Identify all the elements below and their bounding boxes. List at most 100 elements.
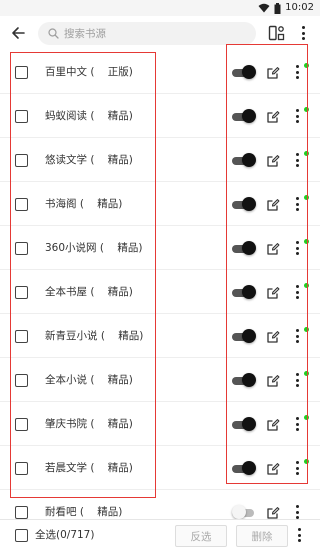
search-input[interactable] [64, 27, 244, 40]
row-more-button[interactable] [292, 151, 302, 169]
source-row[interactable]: 书海阁 ( 精品) [0, 182, 320, 226]
toggle-thumb [242, 65, 256, 79]
row-more-button[interactable] [292, 283, 302, 301]
edit-button[interactable] [266, 65, 280, 79]
more-dot [295, 208, 299, 211]
source-toggle-switch[interactable] [232, 241, 256, 255]
more-dot [295, 510, 299, 514]
edit-icon [267, 507, 280, 519]
source-row[interactable]: 新青豆小说 ( 精品) [0, 314, 320, 358]
source-toggle-switch[interactable] [232, 109, 256, 123]
row-more-button[interactable] [292, 415, 302, 433]
edit-button[interactable] [266, 197, 280, 211]
source-checkbox[interactable] [15, 286, 28, 299]
more-options-button[interactable] [296, 24, 310, 42]
edit-button[interactable] [266, 153, 280, 167]
more-dot [295, 334, 299, 338]
edit-button[interactable] [266, 285, 280, 299]
source-toggle-switch[interactable] [232, 329, 256, 343]
row-more-button[interactable] [292, 63, 302, 81]
edit-button[interactable] [266, 241, 280, 255]
source-checkbox[interactable] [15, 418, 28, 431]
back-button[interactable] [8, 23, 28, 43]
edit-button[interactable] [266, 417, 280, 431]
source-row[interactable]: 若晨文学 ( 精品) [0, 446, 320, 490]
source-name: 新青豆小说 ( 精品) [45, 330, 144, 342]
source-toggle-switch[interactable] [232, 153, 256, 167]
more-dot [295, 109, 299, 112]
source-checkbox[interactable] [15, 462, 28, 475]
row-more-button[interactable] [292, 371, 302, 389]
more-dot [295, 120, 299, 123]
more-dot [295, 505, 299, 508]
more-dot [295, 197, 299, 200]
source-checkbox[interactable] [15, 66, 28, 79]
select-all-label[interactable]: 全选(0/717) [35, 528, 94, 543]
edit-button[interactable] [266, 461, 280, 475]
source-checkbox[interactable] [15, 154, 28, 167]
edit-button[interactable] [266, 329, 280, 343]
source-name: 全本书屋 ( 精品) [45, 286, 133, 298]
source-row[interactable]: 百里中文 ( 正版) [0, 50, 320, 94]
row-more-button[interactable] [292, 195, 302, 213]
search-box[interactable] [38, 22, 256, 45]
edit-icon [267, 287, 280, 299]
select-all-checkbox[interactable] [15, 529, 28, 542]
status-bar: 10:02 [0, 0, 320, 16]
source-name: 肇庆书院 ( 精品) [45, 418, 133, 430]
status-time: 10:02 [285, 2, 314, 13]
source-row[interactable]: 肇庆书院 ( 精品) [0, 402, 320, 446]
source-toggle-switch[interactable] [232, 285, 256, 299]
more-dot [295, 329, 299, 332]
row-more-button[interactable] [292, 327, 302, 345]
row-more-button[interactable] [292, 107, 302, 125]
more-dot [295, 428, 299, 431]
more-dot [295, 290, 299, 294]
group-filter-button[interactable] [268, 24, 286, 42]
toggle-thumb [242, 461, 256, 475]
status-icons: 10:02 [258, 2, 314, 14]
source-name: 书海阁 ( 精品) [45, 198, 123, 210]
source-toggle-switch[interactable] [232, 417, 256, 431]
enabled-status-dot [304, 195, 309, 200]
toolbar [0, 16, 320, 50]
source-checkbox[interactable] [15, 198, 28, 211]
source-name: 蚂蚁阅读 ( 精品) [45, 110, 133, 122]
more-dot [295, 241, 299, 244]
enabled-status-dot [304, 283, 309, 288]
row-more-button[interactable] [292, 459, 302, 477]
edit-button[interactable] [266, 505, 280, 519]
source-toggle-switch[interactable] [232, 505, 256, 519]
source-toggle-switch[interactable] [232, 197, 256, 211]
edit-icon [267, 111, 280, 123]
source-toggle-switch[interactable] [232, 373, 256, 387]
enabled-status-dot [304, 151, 309, 156]
source-row[interactable]: 全本书屋 ( 精品) [0, 270, 320, 314]
source-toggle-switch[interactable] [232, 65, 256, 79]
source-checkbox[interactable] [15, 374, 28, 387]
row-more-button[interactable] [292, 239, 302, 257]
source-name: 全本小说 ( 精品) [45, 374, 133, 386]
source-row[interactable]: 悠读文学 ( 精品) [0, 138, 320, 182]
source-checkbox[interactable] [15, 506, 28, 519]
more-dot [295, 296, 299, 299]
more-dot [301, 26, 305, 29]
source-row[interactable]: 蚂蚁阅读 ( 精品) [0, 94, 320, 138]
source-toggle-switch[interactable] [232, 461, 256, 475]
more-dot [295, 422, 299, 426]
toggle-thumb [242, 109, 256, 123]
source-checkbox[interactable] [15, 110, 28, 123]
edit-button[interactable] [266, 373, 280, 387]
delete-button[interactable]: 删除 [236, 525, 288, 547]
edit-button[interactable] [266, 109, 280, 123]
source-checkbox[interactable] [15, 242, 28, 255]
more-dot [295, 158, 299, 162]
source-checkbox[interactable] [15, 330, 28, 343]
enabled-status-dot [304, 327, 309, 332]
edit-icon [267, 331, 280, 343]
invert-selection-button[interactable]: 反选 [175, 525, 227, 547]
source-row[interactable]: 360小说网 ( 精品) [0, 226, 320, 270]
enabled-status-dot [304, 239, 309, 244]
bottom-more-button[interactable] [294, 526, 304, 544]
source-row[interactable]: 全本小说 ( 精品) [0, 358, 320, 402]
